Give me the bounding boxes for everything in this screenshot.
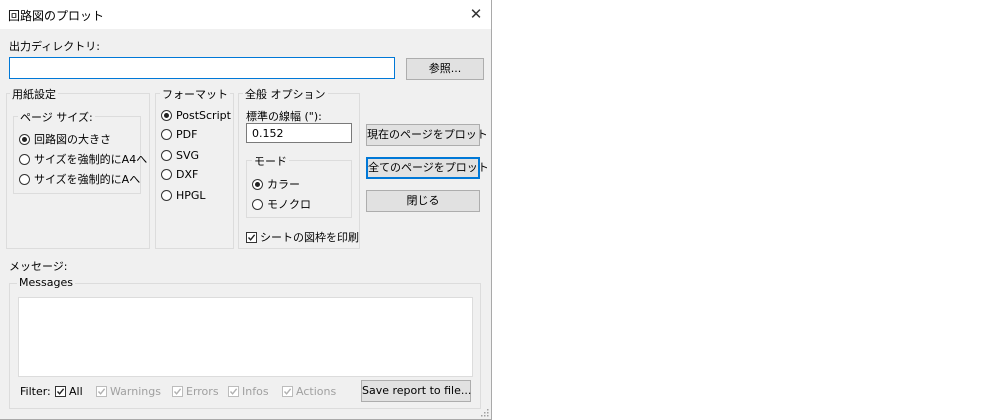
line-width-value: 0.152 <box>252 127 284 140</box>
save-report-button[interactable]: Save report to file... <box>361 380 471 402</box>
format-option[interactable]: PDF <box>161 128 197 141</box>
checkbox-checked-icon <box>282 386 293 397</box>
format-option-label: HPGL <box>176 189 206 202</box>
radio-empty-icon <box>19 153 30 165</box>
format-option-label: PostScript <box>176 109 231 122</box>
messages-group-label: Messages <box>17 276 75 289</box>
page-size-option-label: サイズを強制的にA4へ <box>34 153 148 166</box>
resize-grip-icon[interactable] <box>479 407 489 417</box>
plot-all-pages-button[interactable]: 全てのページをプロット <box>366 157 489 179</box>
output-dir-label: 出力ディレクトリ: <box>9 40 100 53</box>
format-label: フォーマット <box>160 86 230 102</box>
messages-text-area[interactable] <box>18 297 473 377</box>
line-width-input[interactable]: 0.152 <box>246 123 352 143</box>
filter-warnings-checkbox[interactable]: Warnings <box>96 385 161 398</box>
radio-empty-icon <box>161 150 172 161</box>
radio-empty-icon <box>19 173 30 185</box>
browse-button[interactable]: 参照... <box>406 58 484 80</box>
radio-empty-icon <box>161 190 172 201</box>
radio-selected-icon <box>19 133 30 145</box>
page-size-option-label: サイズを強制的にAへ <box>34 173 141 186</box>
format-option-label: PDF <box>176 128 198 141</box>
filter-all-checkbox[interactable]: All <box>55 385 83 398</box>
format-option[interactable]: DXF <box>161 168 198 181</box>
checkbox-checked-icon <box>228 386 239 397</box>
page-size-option-label: 回路図の大きさ <box>34 133 111 146</box>
filter-errors-checkbox[interactable]: Errors <box>172 385 219 398</box>
filter-all-label: All <box>69 385 83 398</box>
mode-option[interactable]: モノクロ <box>252 196 311 212</box>
radio-empty-icon <box>252 198 263 210</box>
radio-selected-icon <box>252 178 263 190</box>
radio-empty-icon <box>161 169 172 180</box>
radio-empty-icon <box>161 129 172 140</box>
close-button[interactable]: 閉じる <box>366 190 480 212</box>
filter-errors-label: Errors <box>186 385 219 398</box>
filter-infos-checkbox[interactable]: Infos <box>228 385 269 398</box>
messages-section-label: メッセージ: <box>9 260 68 273</box>
mode-label: モード <box>252 153 289 169</box>
filter-actions-label: Actions <box>296 385 337 398</box>
print-frame-checkbox[interactable]: シートの図枠を印刷 <box>246 229 359 245</box>
page-size-option[interactable]: 回路図の大きさ <box>19 131 111 147</box>
mode-option-label: モノクロ <box>267 198 311 211</box>
checkbox-checked-icon <box>55 386 66 397</box>
mode-option[interactable]: カラー <box>252 176 300 192</box>
paper-settings-label: 用紙設定 <box>10 86 58 102</box>
title-bar: 回路図のプロット ✕ <box>0 0 491 29</box>
close-icon[interactable]: ✕ <box>461 0 491 29</box>
print-frame-label: シートの図枠を印刷 <box>260 231 359 244</box>
format-option[interactable]: HPGL <box>161 189 206 202</box>
general-options-label: 全般 オプション <box>243 86 328 102</box>
filter-label: Filter: <box>20 385 51 398</box>
format-option[interactable]: SVG <box>161 149 199 162</box>
page-size-option[interactable]: サイズを強制的にA4へ <box>19 151 147 167</box>
window-title: 回路図のプロット <box>8 9 105 23</box>
radio-selected-icon <box>161 110 172 121</box>
filter-actions-checkbox[interactable]: Actions <box>282 385 336 398</box>
mode-option-label: カラー <box>267 178 300 191</box>
format-option[interactable]: PostScript <box>161 109 231 122</box>
format-option-label: SVG <box>176 149 200 162</box>
filter-warnings-label: Warnings <box>110 385 161 398</box>
output-dir-input[interactable] <box>9 57 395 79</box>
format-option-label: DXF <box>176 168 199 181</box>
checkbox-checked-icon <box>172 386 183 397</box>
plot-schematic-dialog: 回路図のプロット ✕ 出力ディレクトリ: 参照... 用紙設定 ページ サイズ:… <box>0 0 492 420</box>
plot-current-page-button[interactable]: 現在のページをプロット <box>366 124 488 146</box>
page-size-option[interactable]: サイズを強制的にAへ <box>19 171 140 187</box>
page-size-label: ページ サイズ: <box>18 109 95 125</box>
checkbox-checked-icon <box>246 231 257 243</box>
checkbox-checked-icon <box>96 386 107 397</box>
line-width-label: 標準の線幅 ("): <box>246 110 322 123</box>
filter-infos-label: Infos <box>242 385 269 398</box>
